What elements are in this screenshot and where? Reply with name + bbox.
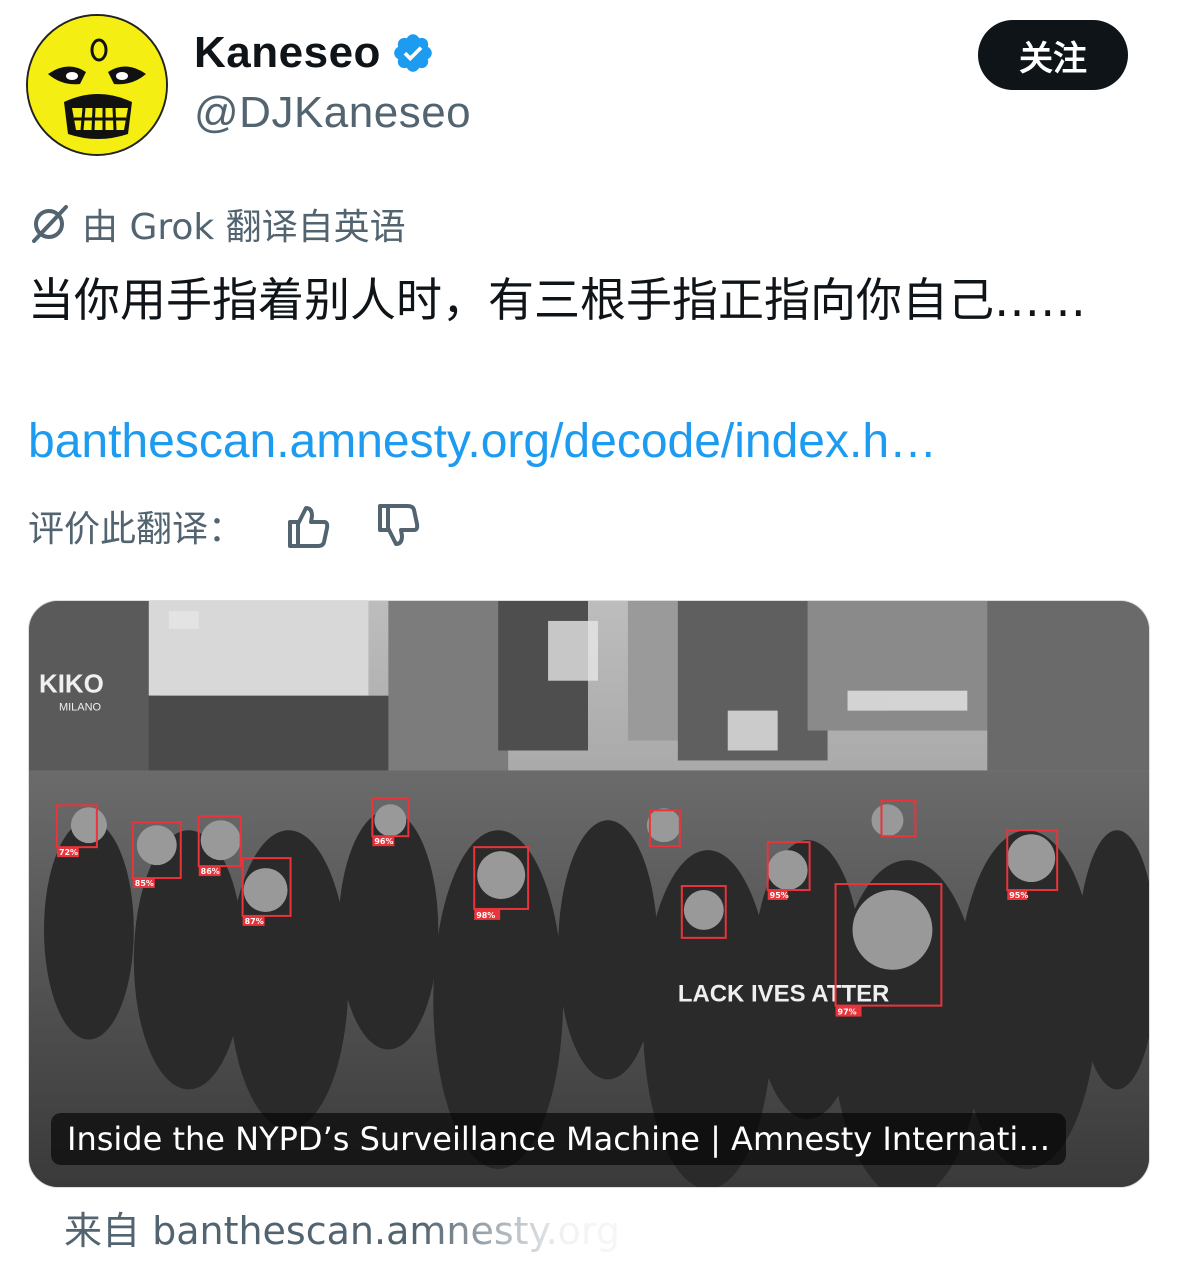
face-box-label: 98% (476, 911, 495, 920)
watermark-fade (420, 1196, 740, 1256)
face-box-label: 95% (1009, 891, 1028, 900)
author-display-name[interactable]: Kaneseo (194, 28, 381, 78)
face-box-label: 87% (245, 917, 264, 926)
avatar[interactable] (26, 14, 168, 156)
tweet-link[interactable]: banthescan.amnesty.org/decode/index.h… (28, 414, 937, 469)
rating-label: 评价此翻译： (28, 509, 245, 550)
author-name-row[interactable]: Kaneseo (194, 28, 435, 78)
face-box-label: 85% (135, 879, 154, 888)
face-box-label: 72% (59, 848, 78, 857)
translation-note: 由 Grok 翻译自英语 (28, 198, 406, 250)
face-box-label: 95% (770, 891, 789, 900)
shirt-text: LACK IVES ATTER (678, 981, 889, 1008)
face-box-label: 86% (201, 867, 220, 876)
face-box-label: 97% (838, 1008, 857, 1017)
face-box-label: 96% (374, 837, 393, 846)
follow-button[interactable]: 关注 (978, 20, 1128, 90)
store-sign-milano: MILANO (59, 702, 101, 714)
protest-photo-image: KIKO MILANO LACK IVES ATTER 72% 85% 86% … (29, 601, 1149, 1187)
grok-icon (32, 205, 68, 243)
link-card[interactable]: KIKO MILANO LACK IVES ATTER 72% 85% 86% … (28, 600, 1150, 1188)
card-title[interactable]: Inside the NYPD’s Surveillance Machine |… (51, 1113, 1067, 1165)
author-handle[interactable]: @DJKaneseo (194, 88, 471, 138)
tweet-text: 当你用手指着别人时，有三根手指正指向你自己…… (28, 273, 1086, 327)
verified-badge-icon (394, 34, 432, 72)
translation-rating: 评价此翻译： (28, 500, 464, 552)
eddie-skull-avatar-icon (28, 16, 166, 154)
thumbs-up-icon[interactable] (284, 502, 332, 550)
store-sign-kiko: KIKO (39, 671, 104, 699)
thumbs-down-icon[interactable] (374, 502, 422, 550)
translation-label: 由 Grok 翻译自英语 (82, 207, 406, 248)
